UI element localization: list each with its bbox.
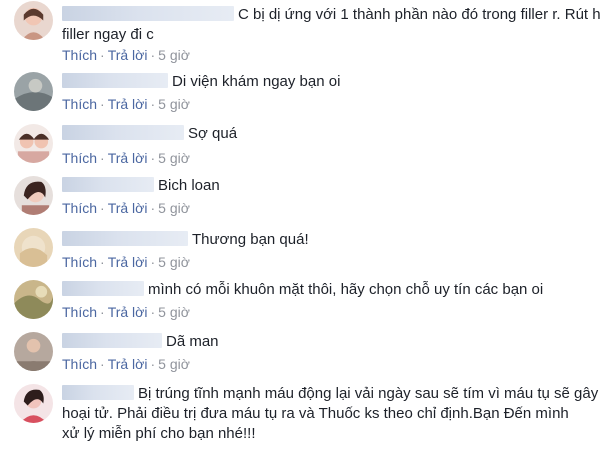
comment-body: Di viện khám ngay bạn oi Thích · Trả lời · 5… <box>62 72 592 114</box>
comment-body: Bị trúng tĩnh mạnh máu động lại vải ngày… <box>62 384 598 444</box>
timestamp[interactable]: 5 giờ <box>158 304 190 320</box>
comment-text-line: hoại tử. Phải điều trị đưa máu tụ ra và … <box>62 404 592 424</box>
comment-text: Di viện khám ngay bạn oi <box>172 73 341 90</box>
timestamp[interactable]: 5 giờ <box>158 150 190 166</box>
comment-text: xử lý miễn phí cho bạn nhé!!! <box>62 425 256 442</box>
reply-link[interactable]: Trả lời <box>108 304 148 320</box>
separator: · <box>100 150 105 166</box>
separator: · <box>150 254 156 270</box>
comment-body: Sợ quá Thích · Trả lời · 5 giờ <box>62 124 592 168</box>
author-name-blurred[interactable] <box>62 281 144 296</box>
comment-actions: Thích · Trả lời · 5 giờ <box>62 354 592 374</box>
separator: · <box>150 96 156 112</box>
separator: · <box>100 200 105 216</box>
comment-text-line: Dã man <box>62 332 592 352</box>
like-link[interactable]: Thích <box>62 150 97 166</box>
separator: · <box>100 96 105 112</box>
avatar[interactable] <box>14 72 53 111</box>
reply-link[interactable]: Trả lời <box>108 254 148 270</box>
comment-text-line: Thương bạn quá! <box>62 230 592 250</box>
avatar[interactable] <box>14 332 53 371</box>
author-name-blurred[interactable] <box>62 73 168 88</box>
author-name-blurred[interactable] <box>62 125 184 140</box>
comment-actions: Thích · Trả lời · 5 giờ <box>62 45 592 65</box>
separator: · <box>100 304 105 320</box>
timestamp[interactable]: 5 giờ <box>158 356 190 372</box>
separator: · <box>100 356 105 372</box>
comment-body: mình có mỗi khuôn mặt thôi, hãy chọn chỗ… <box>62 280 592 322</box>
like-link[interactable]: Thích <box>62 356 97 372</box>
separator: · <box>150 47 156 63</box>
avatar[interactable] <box>14 1 53 40</box>
like-link[interactable]: Thích <box>62 254 97 270</box>
comment-actions: Thích · Trả lời · 5 giờ <box>62 94 592 114</box>
author-name-blurred[interactable] <box>62 333 162 348</box>
avatar[interactable] <box>14 228 53 267</box>
comment-text: hoại tử. Phải điều trị đưa máu tụ ra và … <box>62 405 569 422</box>
comment-text: Sợ quá <box>188 125 238 142</box>
comment-actions: Thích · Trả lời · 5 giờ <box>62 252 592 272</box>
comment-actions: Thích · Trả lời · 5 giờ <box>62 302 592 322</box>
comment-text: filler ngay đi c <box>62 26 154 43</box>
comment-body: Dã man Thích · Trả lời · 5 giờ <box>62 332 592 374</box>
avatar[interactable] <box>14 384 53 423</box>
comment-body: Thương bạn quá! Thích · Trả lời · 5 giờ <box>62 230 592 272</box>
comment-body: C bị dị ứng với 1 thành phần nào đó tron… <box>62 5 600 65</box>
comment-text-line: xử lý miễn phí cho bạn nhé!!! <box>62 424 592 444</box>
comment-text: Bị trúng tĩnh mạnh máu động lại vải ngày… <box>138 385 599 402</box>
reply-link[interactable]: Trả lời <box>108 96 148 112</box>
author-name-blurred[interactable] <box>62 177 154 192</box>
comment-text: Dã man <box>166 333 219 350</box>
timestamp[interactable]: 5 giờ <box>158 47 190 63</box>
comment-text-line: mình có mỗi khuôn mặt thôi, hãy chọn chỗ… <box>62 280 592 300</box>
author-name-blurred[interactable] <box>62 6 234 21</box>
comment-text-line: Bị trúng tĩnh mạnh máu động lại vải ngày… <box>62 384 598 404</box>
comment-text-line: Sợ quá <box>62 124 592 144</box>
like-link[interactable]: Thích <box>62 304 97 320</box>
comment-text-line: filler ngay đi c <box>62 25 592 45</box>
timestamp[interactable]: 5 giờ <box>158 254 190 270</box>
like-link[interactable]: Thích <box>62 200 97 216</box>
separator: · <box>150 304 156 320</box>
separator: · <box>150 356 156 372</box>
comment-text: Bich loan <box>158 177 220 194</box>
timestamp[interactable]: 5 giờ <box>158 96 190 112</box>
comment-text: mình có mỗi khuôn mặt thôi, hãy chọn chỗ… <box>148 281 544 298</box>
separator: · <box>150 200 156 216</box>
separator: · <box>150 150 156 166</box>
avatar[interactable] <box>14 124 53 163</box>
like-link[interactable]: Thích <box>62 96 97 112</box>
reply-link[interactable]: Trả lời <box>108 47 148 63</box>
avatar[interactable] <box>14 176 53 215</box>
comment-text-line: Di viện khám ngay bạn oi <box>62 72 592 92</box>
reply-link[interactable]: Trả lời <box>108 200 148 216</box>
author-name-blurred[interactable] <box>62 385 134 400</box>
comment-text: C bị dị ứng với 1 thành phần nào đó tron… <box>238 6 600 23</box>
reply-link[interactable]: Trả lời <box>108 150 148 166</box>
comment-actions: Thích · Trả lời · 5 giờ <box>62 148 592 168</box>
comment-text-line: Bich loan <box>62 176 592 196</box>
timestamp[interactable]: 5 giờ <box>158 200 190 216</box>
like-link[interactable]: Thích <box>62 47 97 63</box>
comment-body: Bich loan Thích · Trả lời · 5 giờ <box>62 176 592 218</box>
separator: · <box>100 254 105 270</box>
separator: · <box>100 47 105 63</box>
reply-link[interactable]: Trả lời <box>108 356 148 372</box>
comment-text-line: C bị dị ứng với 1 thành phần nào đó tron… <box>62 5 600 25</box>
comment-text: Thương bạn quá! <box>192 231 309 248</box>
avatar[interactable] <box>14 280 53 319</box>
author-name-blurred[interactable] <box>62 231 188 246</box>
comment-actions: Thích · Trả lời · 5 giờ <box>62 198 592 218</box>
